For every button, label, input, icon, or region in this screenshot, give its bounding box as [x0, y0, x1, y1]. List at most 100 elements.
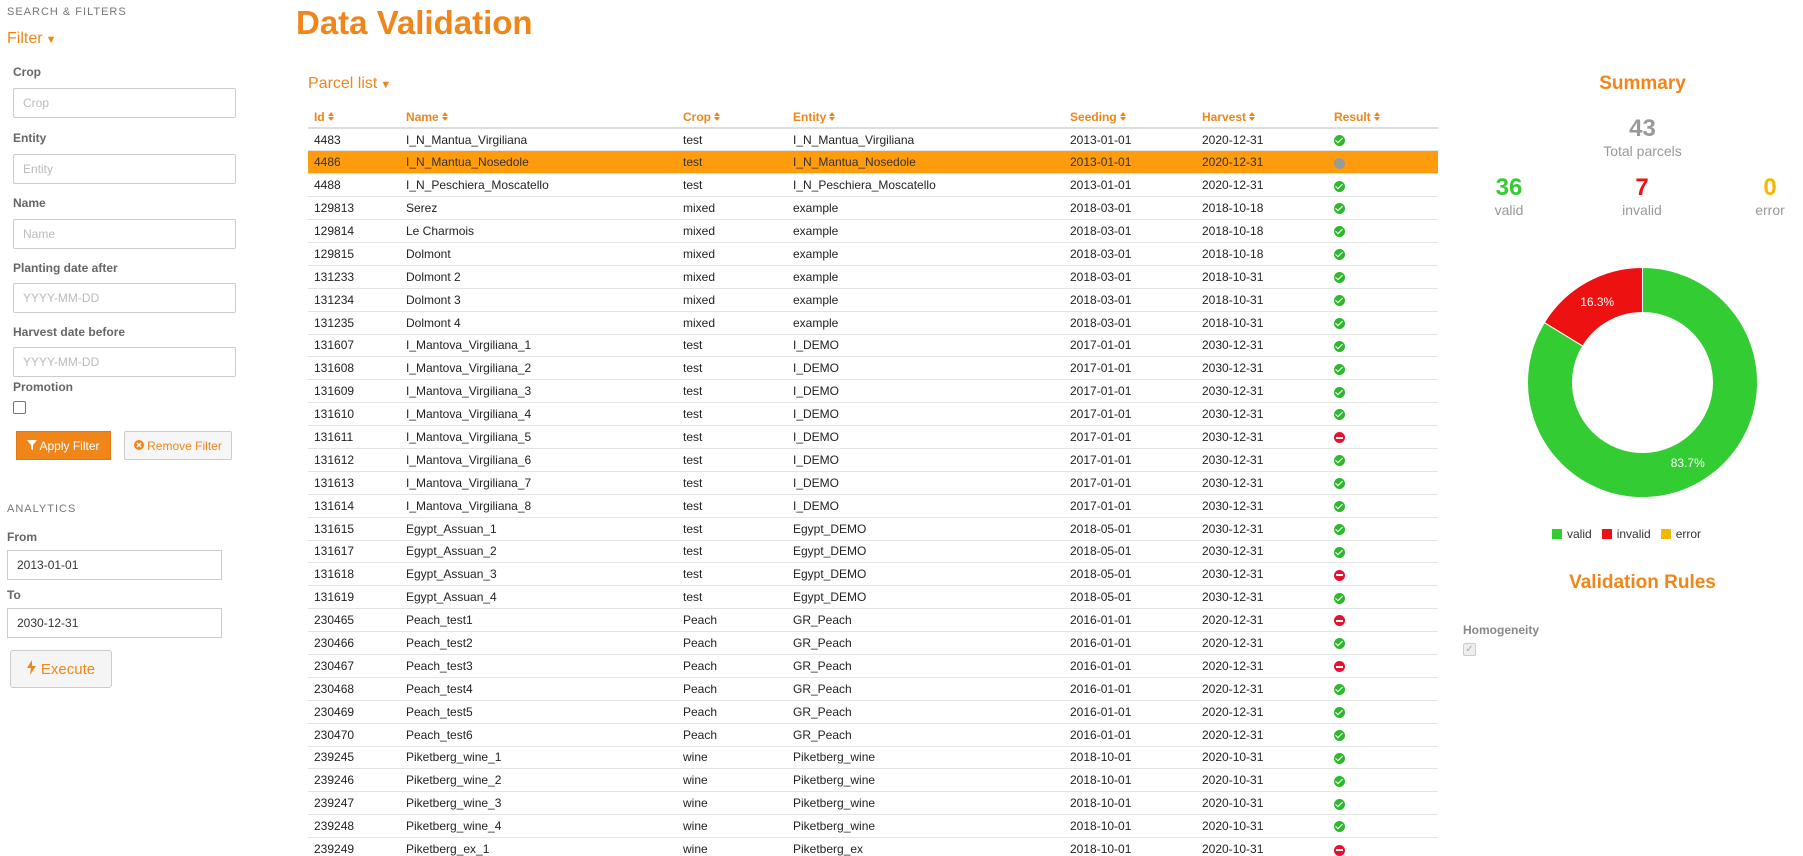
cell-crop: test: [677, 333, 787, 357]
cell-harvest: 2030-12-31: [1196, 402, 1328, 426]
column-header-name[interactable]: Name: [400, 106, 677, 129]
promotion-checkbox[interactable]: [13, 401, 26, 414]
execute-button[interactable]: Execute: [10, 650, 112, 688]
table-row[interactable]: 239247 Piketberg_wine_3 wine Piketberg_wine…: [308, 791, 1438, 815]
cell-harvest: 2018-10-31: [1196, 310, 1328, 335]
column-header-crop[interactable]: Crop: [677, 106, 787, 129]
result-cell: [1328, 516, 1438, 541]
check-circle-icon: [1334, 775, 1345, 787]
legend-item-invalid[interactable]: invalid: [1601, 527, 1651, 541]
parcel-list-toggle[interactable]: Parcel list ▼: [308, 75, 391, 93]
from-date-input[interactable]: [7, 550, 222, 580]
error-count: 0: [1763, 174, 1777, 201]
table-row[interactable]: 129814 Le Charmois mixed example 2018-03-01 2…: [308, 219, 1438, 243]
cell-entity: I_DEMO: [787, 493, 1064, 518]
table-row[interactable]: 230468 Peach_test4 Peach GR_Peach 2016-01-01…: [308, 676, 1438, 701]
table-row[interactable]: 230466 Peach_test2 Peach GR_Peach 2016-01-01…: [308, 631, 1438, 655]
cell-id: 131618: [308, 562, 400, 586]
cell-id: 131234: [308, 287, 400, 312]
legend-swatch-valid: [1552, 529, 1562, 539]
entity-input[interactable]: [13, 154, 236, 184]
chevron-down-icon: ▼: [45, 34, 57, 46]
cell-name: Dolmont 2: [400, 264, 677, 289]
cell-name: I_Mantova_Virgiliana_4: [400, 402, 677, 426]
column-header-id[interactable]: Id: [308, 106, 400, 129]
chart-legend: valid invalid error: [1552, 527, 1701, 541]
cell-harvest: 2030-12-31: [1196, 493, 1328, 518]
table-row[interactable]: 129813 Serez mixed example 2018-03-01 2018-10…: [308, 196, 1438, 220]
table-row[interactable]: 131613 I_Mantova_Virgiliana_7 test I_DEMO 20…: [308, 470, 1438, 495]
table-row[interactable]: 4486 I_N_Mantua_Nosedole test I_N_Mantua_No…: [308, 150, 1438, 174]
table-row[interactable]: 131612 I_Mantova_Virgiliana_6 test I_DEMO 20…: [308, 447, 1438, 472]
column-header-label: Seeding: [1070, 109, 1117, 124]
cell-entity: example: [787, 196, 1064, 220]
total-parcels-count: 43: [1629, 115, 1656, 142]
table-row[interactable]: 230467 Peach_test3 Peach GR_Peach 2016-01-01…: [308, 653, 1438, 678]
table-row[interactable]: 239248 Piketberg_wine_4 wine Piketberg_wine…: [308, 814, 1438, 838]
column-header-harvest[interactable]: Harvest: [1196, 106, 1328, 129]
table-row[interactable]: 129815 Dolmont mixed example 2018-03-01 2018-…: [308, 241, 1438, 266]
table-row[interactable]: 131608 I_Mantova_Virgiliana_2 test I_DEMO 20…: [308, 356, 1438, 380]
sidebar: SEARCH & FILTERS Filter▼ Crop Entity Nam…: [0, 0, 250, 856]
table-row[interactable]: 4483 I_N_Mantua_Virgiliana test I_N_Mantua_…: [308, 127, 1438, 151]
cell-crop: mixed: [677, 264, 787, 289]
result-cell: [1328, 585, 1438, 609]
crop-input[interactable]: [13, 88, 236, 118]
table-row[interactable]: 131610 I_Mantova_Virgiliana_4 test I_DEMO 20…: [308, 402, 1438, 426]
cell-name: Egypt_Assuan_2: [400, 539, 677, 563]
cell-harvest: 2030-12-31: [1196, 516, 1328, 541]
remove-filter-button[interactable]: Remove Filter: [124, 431, 232, 460]
cell-harvest: 2018-10-31: [1196, 287, 1328, 312]
legend-item-valid[interactable]: valid: [1552, 527, 1592, 541]
check-circle-icon: [1334, 180, 1345, 192]
result-cell: [1328, 127, 1438, 151]
result-cell: [1328, 425, 1438, 449]
chevron-down-icon: ▼: [380, 79, 392, 91]
column-header-entity[interactable]: Entity: [787, 106, 1064, 129]
cell-entity: Piketberg_wine: [787, 791, 1064, 815]
cell-seeding: 2016-01-01: [1064, 608, 1196, 632]
table-row[interactable]: 239249 Piketberg_ex_1 wine Piketberg_ex 2018…: [308, 837, 1438, 856]
table-row[interactable]: 131615 Egypt_Assuan_1 test Egypt_DEMO 2018-0…: [308, 516, 1438, 541]
column-header-seeding[interactable]: Seeding: [1064, 106, 1196, 129]
table-row[interactable]: 230470 Peach_test6 Peach GR_Peach 2016-01-01…: [308, 722, 1438, 747]
cell-entity: GR_Peach: [787, 608, 1064, 632]
cell-name: Piketberg_wine_4: [400, 814, 677, 838]
cell-crop: mixed: [677, 287, 787, 312]
table-row[interactable]: 131607 I_Mantova_Virgiliana_1 test I_DEMO 20…: [308, 333, 1438, 357]
table-row[interactable]: 239246 Piketberg_wine_2 wine Piketberg_wine…: [308, 768, 1438, 792]
filter-toggle[interactable]: Filter ▼: [7, 30, 56, 48]
cell-seeding: 2018-03-01: [1064, 196, 1196, 220]
donut-label-valid: 83.7%: [1671, 456, 1705, 470]
cell-crop: test: [677, 173, 787, 197]
cell-seeding: 2013-01-01: [1064, 127, 1196, 151]
table-row[interactable]: 230465 Peach_test1 Peach GR_Peach 2016-01-01…: [308, 608, 1438, 632]
sort-icon: [1373, 111, 1380, 123]
column-header-result[interactable]: Result: [1328, 106, 1438, 129]
table-row[interactable]: 230469 Peach_test5 Peach GR_Peach 2016-01-01…: [308, 699, 1438, 724]
to-date-input[interactable]: [7, 608, 222, 638]
valid-stat: 36 valid: [1469, 174, 1549, 218]
cell-entity: I_DEMO: [787, 356, 1064, 380]
table-row[interactable]: 131619 Egypt_Assuan_4 test Egypt_DEMO 2018-0…: [308, 585, 1438, 609]
homogeneity-checkbox[interactable]: ✓: [1463, 643, 1476, 656]
table-row[interactable]: 131233 Dolmont 2 mixed example 2018-03-01 201…: [308, 264, 1438, 289]
table-row[interactable]: 4488 I_N_Peschiera_Moscatello test I_N_Pesc…: [308, 173, 1438, 197]
table-row[interactable]: 239245 Piketberg_wine_1 wine Piketberg_wine…: [308, 745, 1438, 769]
table-row[interactable]: 131235 Dolmont 4 mixed example 2018-03-01 201…: [308, 310, 1438, 335]
minus-circle-icon: [1334, 844, 1345, 856]
cell-crop: mixed: [677, 241, 787, 266]
legend-item-error[interactable]: error: [1660, 527, 1701, 541]
table-row[interactable]: 131617 Egypt_Assuan_2 test Egypt_DEMO 2018-0…: [308, 539, 1438, 563]
harvest-date-before-input[interactable]: [13, 347, 236, 377]
table-row[interactable]: 131614 I_Mantova_Virgiliana_8 test I_DEMO 20…: [308, 493, 1438, 518]
result-cell: [1328, 447, 1438, 472]
name-input[interactable]: [13, 219, 236, 249]
table-row[interactable]: 131611 I_Mantova_Virgiliana_5 test I_DEMO 20…: [308, 425, 1438, 449]
cell-seeding: 2013-01-01: [1064, 150, 1196, 174]
apply-filter-button[interactable]: Apply Filter: [16, 431, 111, 460]
planting-date-after-input[interactable]: [13, 283, 236, 313]
table-row[interactable]: 131618 Egypt_Assuan_3 test Egypt_DEMO 2018-0…: [308, 562, 1438, 586]
table-row[interactable]: 131234 Dolmont 3 mixed example 2018-03-01 201…: [308, 287, 1438, 312]
table-row[interactable]: 131609 I_Mantova_Virgiliana_3 test I_DEMO 20…: [308, 379, 1438, 403]
